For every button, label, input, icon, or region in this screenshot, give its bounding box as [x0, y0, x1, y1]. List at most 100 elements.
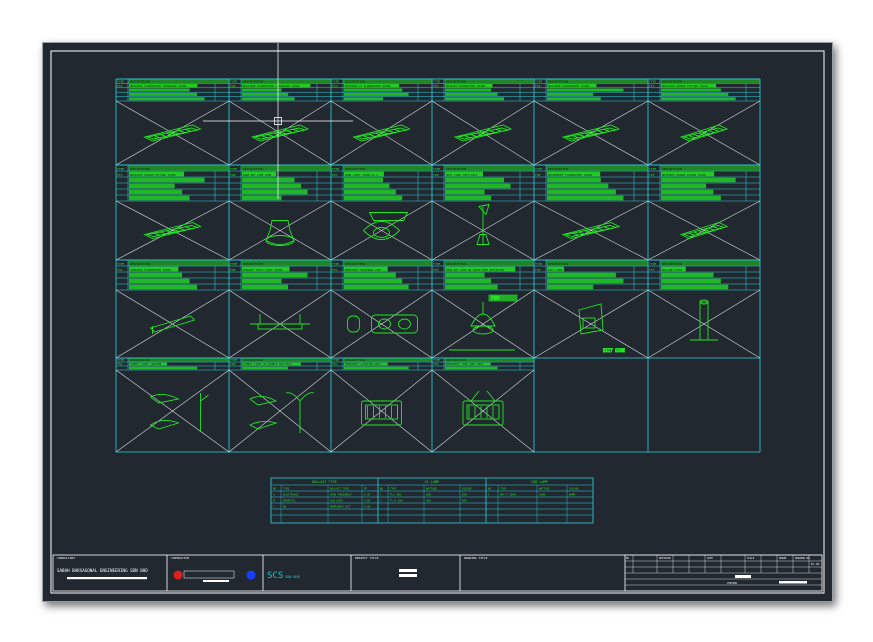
spec-text-line	[344, 278, 403, 284]
spec-text-line	[344, 183, 390, 189]
project-title-label: PROJECT TITLE	[355, 556, 379, 560]
spec-text-line	[242, 189, 308, 195]
contractor-logo-red	[173, 570, 183, 580]
fixture-code: F4D	[433, 362, 439, 366]
header-desc-label: DESCRIPTION	[548, 80, 568, 84]
spec-text-line	[129, 92, 198, 96]
spec-text-line	[129, 183, 175, 189]
spec-text-line	[344, 284, 409, 290]
fixture-code: F1E	[535, 84, 541, 88]
fixture-description: EXIT SIGN	[548, 268, 562, 272]
header-desc-label: DESCRIPTION	[662, 80, 682, 84]
spec-text-line	[344, 366, 409, 370]
header-type-label: TYPE	[230, 167, 237, 171]
header-type-label: TYPE	[535, 80, 542, 84]
fixture-code: F2D	[433, 173, 439, 177]
spec-text-line	[661, 284, 729, 290]
spec-text-line	[344, 195, 403, 201]
company-sub-underline	[67, 577, 147, 580]
spec-text-line	[344, 189, 396, 195]
header-desc-label: DESCRIPTION	[130, 358, 150, 362]
spec-text-line	[547, 272, 616, 278]
header-desc-label: DESCRIPTION	[130, 167, 150, 171]
header-desc-label: DESCRIPTION	[548, 262, 568, 266]
spec-text-line	[661, 92, 729, 96]
fixture-code: F2C	[332, 173, 338, 177]
fixture-description: RECESSED LOUVRE FITTING 3X14W	[662, 84, 708, 88]
legend-col-header: BALLAST TYPE	[330, 487, 349, 491]
header-desc-label: DESCRIPTION	[446, 358, 466, 362]
drawing-sheet: TYPE DESCRIPTION F1A RECESSED FLUORESCENT L…	[42, 42, 833, 602]
fixture-code: F3D	[433, 268, 439, 272]
spec-text-line	[242, 284, 289, 290]
fixture-description: DOWN LIGHT 2X26W PL-C	[345, 173, 378, 177]
spec-text-line	[242, 278, 282, 284]
fixture-description: RECESSED T5 FLUORESCENT 2X28W	[345, 84, 391, 88]
fixture-description: RECESSED LOUVRE FITTING 2X36W	[130, 173, 176, 177]
spec-text-line	[445, 272, 485, 278]
fixture-description: RECESSED FLUORESCENT LUMINAIRE 1X36W	[243, 84, 300, 88]
scs-logo-sub: SDN BHD	[285, 575, 300, 579]
spec-text-line	[129, 272, 183, 278]
legend-cell: EM	[283, 505, 287, 509]
fixture-description: STREET LIGHT LANTERN	[130, 362, 162, 366]
fixture-description: EMERGENCY BULKHEAD LAMP	[345, 268, 381, 272]
spec-text-line	[445, 177, 505, 183]
fixture-code: F4B	[230, 362, 236, 366]
header-type-label: TYPE	[433, 262, 440, 266]
spec-text-line	[242, 97, 295, 101]
legend-cell: 840	[462, 493, 467, 497]
company-name: SABAH BARSAGONAL ENGINEERING SDN BHD	[57, 568, 148, 573]
fixture-code: F3F	[649, 268, 655, 272]
fixture-tag: F3D	[491, 296, 500, 302]
fixture-description: WATERPROOF FLUORESCENT 1X36W	[548, 173, 592, 177]
header-type-label: TYPE	[433, 80, 440, 84]
spec-text-line	[547, 195, 624, 201]
drawn-label: DRAWN	[779, 557, 787, 560]
fixture-code: F1B	[230, 84, 236, 88]
header-desc-label: DESCRIPTION	[548, 167, 568, 171]
spec-text-line	[547, 189, 616, 195]
header-desc-label: DESCRIPTION	[243, 358, 263, 362]
header-desc-label: DESCRIPTION	[345, 262, 365, 266]
spec-text-line	[242, 177, 295, 183]
spec-text-line	[129, 189, 183, 195]
fixture-description: RECESSED SQUARE LOUVRE 4X18W	[662, 173, 706, 177]
spec-text-line	[445, 189, 485, 195]
stamp-text	[779, 581, 807, 584]
fixture-description: SPOT LIGHT WITH POLE	[446, 173, 478, 177]
header-desc-label: DESCRIPTION	[243, 167, 263, 171]
project-text	[399, 574, 417, 577]
spec-text-line	[129, 195, 190, 201]
legend-cell: TL5 28W	[390, 493, 401, 497]
header-desc-label: DESCRIPTION	[446, 167, 466, 171]
legend-cell: 250W	[539, 493, 546, 497]
fixture-code: F1A	[117, 84, 123, 88]
spec-text-line	[547, 92, 594, 96]
fixture-code: F4C	[332, 362, 338, 366]
spec-text-line	[445, 92, 498, 96]
legend-section-title: HID LAMP	[531, 480, 547, 484]
legend-col-header: TYPE	[283, 487, 290, 491]
fixture-note: EXIT SIGN	[603, 348, 625, 353]
legend-cell: TL-D 36W	[390, 499, 403, 503]
fixture-description: PENDANT STRIP LIGHT 2X36W	[243, 268, 282, 272]
drawing-title-label: DRAWING TITLE	[464, 556, 488, 560]
fixture-code: F2F	[649, 173, 655, 177]
spec-text-line	[344, 88, 403, 92]
spec-text-line	[445, 366, 498, 370]
legend-col-header: COLOUR	[462, 487, 472, 491]
spec-text-line	[445, 195, 492, 201]
fixture-code: F1D	[433, 84, 439, 88]
contractor-sub	[203, 580, 229, 582]
fixture-code: F3B	[230, 268, 236, 272]
legend-cell: HPI-T 250W	[500, 493, 516, 497]
header-type-label: TYPE	[649, 80, 656, 84]
legend-col-header: TYPE	[390, 487, 397, 491]
header-desc-label: DESCRIPTION	[130, 80, 150, 84]
spec-text-line	[445, 97, 505, 101]
cad-canvas[interactable]: TYPE DESCRIPTION F1A RECESSED FLUORESCENT L…	[43, 43, 832, 601]
spec-text-line	[661, 189, 714, 195]
legend-cell: 28W	[426, 493, 431, 497]
legend-col-header: COLOUR	[569, 487, 579, 491]
